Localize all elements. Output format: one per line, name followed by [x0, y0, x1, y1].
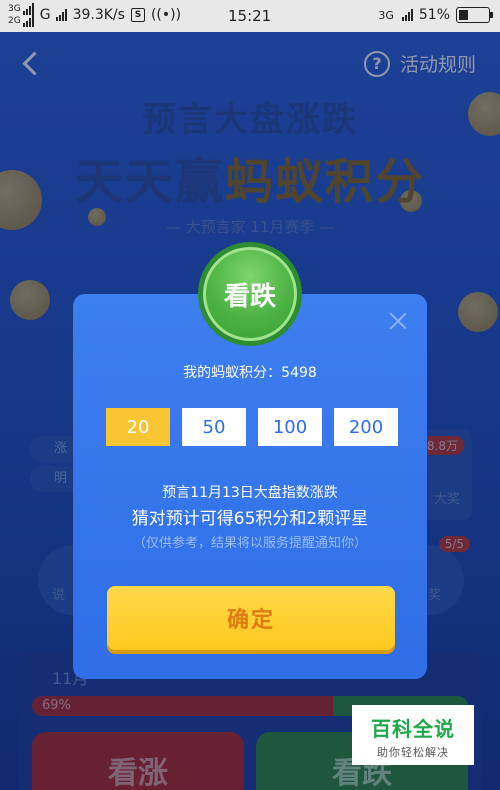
status-left: 3G 2G G 39.3K/s S ((•)) — [8, 3, 181, 27]
stake-option-200[interactable]: 200 — [334, 408, 398, 446]
network-type: 3G 2G — [8, 3, 34, 27]
points-balance: 我的蚂蚁积分：5498 — [183, 365, 317, 381]
network-bottom: 2G — [8, 15, 34, 27]
stake-options: 20 50 100 200 — [106, 408, 398, 446]
status-bar: 3G 2G G 39.3K/s S ((•)) 15:21 3G 51% — [0, 0, 500, 32]
carrier-label: G — [39, 7, 51, 23]
battery-percent: 51% — [418, 7, 450, 23]
signal-icon — [22, 15, 34, 27]
battery-icon — [456, 7, 493, 23]
prediction-target: 预言11月13日大盘指数涨跌 — [162, 485, 338, 501]
network-top: 3G — [8, 3, 34, 15]
app-notification-icon: S — [130, 8, 145, 22]
stake-option-20[interactable]: 20 — [106, 408, 170, 446]
wireless-icon: ((•)) — [150, 7, 182, 23]
stake-option-50[interactable]: 50 — [182, 408, 246, 446]
watermark-title: 百科全说 — [371, 717, 455, 741]
choice-badge: 看跌 — [198, 242, 302, 346]
network-bottom-label: 2G — [8, 16, 21, 26]
signal-icon — [401, 9, 413, 21]
network-speed: 39.3K/s — [72, 7, 125, 23]
choice-badge-label: 看跌 — [203, 247, 297, 341]
prediction-reward: 猜对预计可得65积分和2颗评星 — [131, 509, 369, 529]
prediction-modal: 我的蚂蚁积分：5498 20 50 100 200 预言11月13日大盘指数涨跌… — [73, 294, 427, 679]
confirm-button[interactable]: 确定 — [107, 586, 395, 650]
network-right: 3G — [378, 8, 394, 22]
signal-icon — [22, 3, 34, 15]
status-right: 3G 51% — [378, 7, 493, 23]
network-top-label: 3G — [8, 4, 21, 14]
prediction-note: （仅供参考，结果将以服务提醒通知你） — [132, 536, 367, 551]
carrier-signal: G — [40, 7, 67, 23]
stake-option-100[interactable]: 100 — [258, 408, 322, 446]
close-icon[interactable] — [389, 312, 407, 330]
watermark-logo: 百科全说 助你轻松解决 — [352, 705, 474, 765]
watermark-subtitle: 助你轻松解决 — [377, 746, 449, 759]
signal-icon — [55, 9, 67, 21]
status-time: 15:21 — [228, 7, 272, 25]
